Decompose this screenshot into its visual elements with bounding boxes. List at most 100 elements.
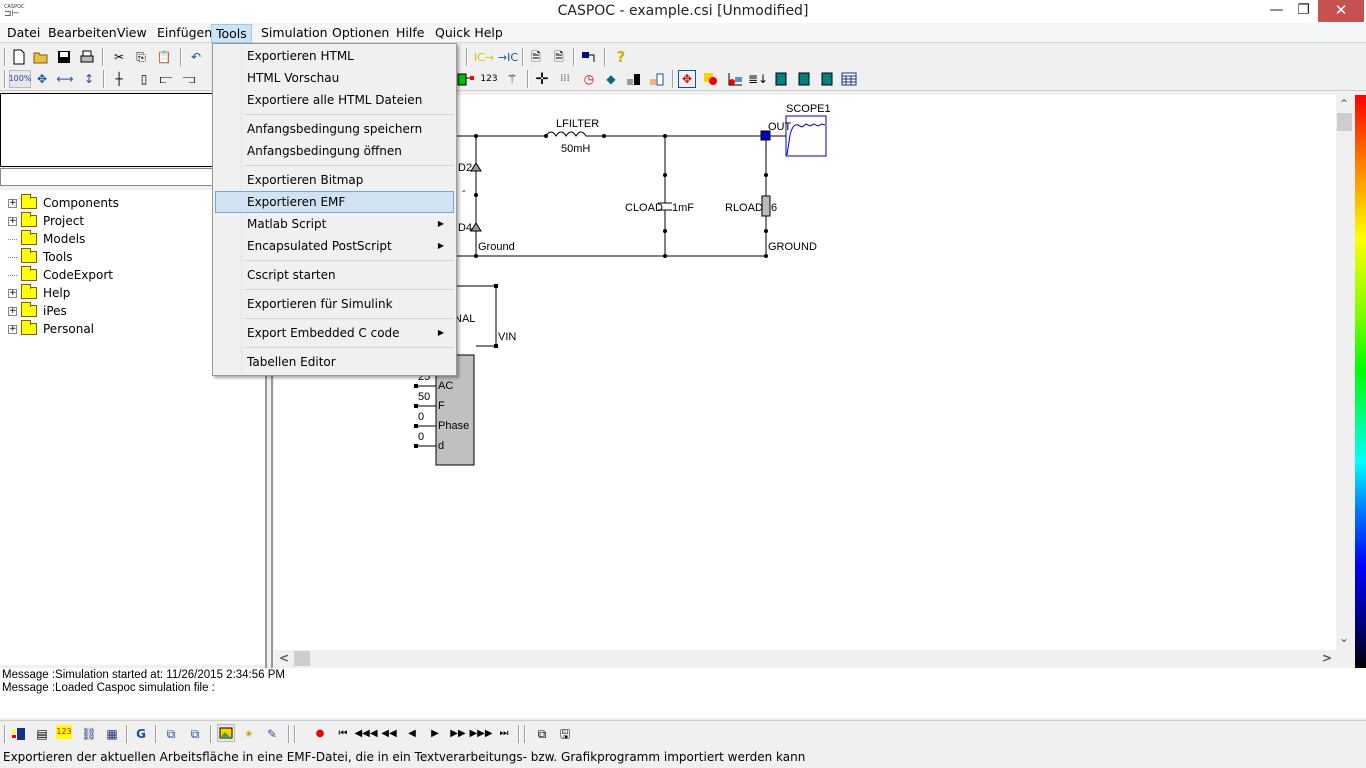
tree-item-personal[interactable]: + Personal (8, 320, 94, 338)
green-block-icon[interactable] (457, 70, 475, 88)
print-icon[interactable] (78, 48, 96, 66)
tree-item-tools[interactable]: Tools (8, 248, 73, 266)
menu-item-anfangsbedingung-speichern[interactable]: Anfangsbedingung speichern (215, 118, 454, 140)
resistor-rload[interactable] (761, 195, 771, 217)
resistor-icon[interactable]: ▯ (135, 70, 153, 88)
tree-item-project[interactable]: + Project (8, 212, 84, 230)
menu-bearbeiten[interactable]: Bearbeiten (44, 24, 121, 43)
expand-icon[interactable]: + (8, 216, 17, 226)
rewind-icon[interactable]: ◀◀ (380, 725, 398, 743)
tree-item-models[interactable]: Models (8, 230, 85, 248)
number-123-icon[interactable]: 123 (480, 70, 498, 88)
fit-all-icon[interactable]: ✥ (33, 70, 51, 88)
node-icon[interactable]: ┼ (110, 70, 128, 88)
save-all-icon[interactable]: 🖫 (556, 725, 574, 743)
scroll-right-icon[interactable]: > (1322, 651, 1332, 665)
inductor-lfilter[interactable] (545, 131, 604, 137)
menu-simulation[interactable]: Simulation (257, 24, 332, 43)
fit-width-icon[interactable]: ⟷ (56, 70, 74, 88)
level-2-icon[interactable] (648, 70, 666, 88)
tree-item-help[interactable]: + Help (8, 284, 70, 302)
menu-item-encapsulated-postscript[interactable]: Encapsulated PostScript ▶ (215, 235, 454, 257)
horizontal-scrollbar[interactable]: < > (274, 650, 1336, 667)
move-icon[interactable]: ✥ (678, 70, 696, 88)
help-icon[interactable]: ? (612, 48, 630, 66)
scroll-left-icon[interactable]: < (279, 651, 289, 665)
tree-item-ipes[interactable]: + iPes (8, 302, 67, 320)
menu-item-exportieren-simulink[interactable]: Exportieren für Simulink (215, 293, 454, 315)
menu-item-matlab-script[interactable]: Matlab Script ▶ (215, 213, 454, 235)
diode-d4[interactable] (470, 222, 482, 232)
record-icon[interactable]: ● (311, 725, 329, 743)
cut-icon[interactable]: ✂ (110, 48, 128, 66)
paint-bucket-icon[interactable]: ◆ (602, 70, 620, 88)
text-doc-icon[interactable]: ▤ (33, 725, 51, 743)
new-file-icon[interactable] (10, 48, 28, 66)
close-button[interactable]: ✕ (1318, 0, 1364, 22)
menu-hilfe[interactable]: Hilfe (392, 24, 428, 43)
tree-item-components[interactable]: + Components (8, 194, 119, 212)
save-icon[interactable] (55, 48, 73, 66)
minimize-button[interactable]: — (1263, 0, 1290, 22)
graph-icon[interactable] (726, 70, 744, 88)
menu-item-exportieren-emf[interactable]: Exportieren EMF (215, 191, 454, 213)
expand-icon[interactable]: + (8, 306, 17, 316)
diode-d2[interactable] (470, 162, 482, 172)
menu-datei[interactable]: Datei (3, 24, 44, 43)
vertical-scroll-thumb[interactable] (1337, 113, 1352, 131)
magic-wand-icon[interactable]: ⚚ (503, 70, 521, 88)
window-1-icon[interactable]: ⧉ (162, 725, 180, 743)
c-chip-icon[interactable] (795, 70, 813, 88)
expand-icon[interactable]: + (8, 324, 17, 334)
tree-view-icon[interactable] (580, 48, 598, 66)
copy-icon[interactable]: ⎘ (132, 48, 150, 66)
step-forward-icon[interactable]: ▶▶ (449, 725, 467, 743)
sort-icon[interactable]: ≣↓ (748, 70, 768, 88)
menu-item-anfangsbedingung-oeffnen[interactable]: Anfangsbedingung öffnen (215, 140, 454, 162)
grid-dots-icon[interactable]: ⁞⁞⁞ (556, 70, 574, 88)
menu-quick-help[interactable]: Quick Help (431, 24, 507, 43)
window-2-icon[interactable]: ⧉ (186, 725, 204, 743)
zoom-100-icon[interactable]: 100% (9, 70, 31, 88)
tree-item-codeexport[interactable]: CodeExport (8, 266, 113, 284)
menu-item-exportieren-bitmap[interactable]: Exportieren Bitmap (215, 169, 454, 191)
play-icon[interactable]: ▶ (426, 725, 444, 743)
menu-item-exportiere-alle-html[interactable]: Exportiere alle HTML Dateien (215, 89, 454, 111)
block-2-icon[interactable]: ⫎ (180, 70, 198, 88)
open-folder-icon[interactable] (32, 48, 50, 66)
vertical-scrollbar[interactable]: ⌃ ⌄ (1336, 95, 1353, 650)
fast-forward-icon[interactable]: ▶▶▶ (469, 725, 492, 743)
cascade-windows-icon[interactable]: ⧉ (533, 725, 551, 743)
ic-export-icon[interactable]: IC→ (472, 48, 496, 66)
horizontal-scroll-thumb[interactable] (294, 651, 310, 666)
menu-item-tabellen-editor[interactable]: Tabellen Editor (215, 351, 454, 373)
step-back-icon[interactable]: ◀ (403, 725, 421, 743)
undo-icon[interactable]: ↶ (187, 48, 205, 66)
paste-icon[interactable]: 📋 (155, 48, 173, 66)
expand-icon[interactable]: + (8, 198, 17, 208)
uc-chip-icon[interactable] (772, 70, 790, 88)
chip-icon[interactable]: ▦ (103, 725, 121, 743)
menu-item-exportieren-html[interactable]: Exportieren HTML (215, 45, 454, 67)
scope1-box[interactable] (785, 115, 827, 157)
numeric-display-icon[interactable]: 123 (56, 725, 72, 739)
scroll-up-icon[interactable]: ⌃ (1339, 97, 1349, 111)
wizard-1-icon[interactable]: 🗎 (527, 48, 545, 66)
go-start-icon[interactable]: ⏮ (334, 725, 352, 743)
component-lib-icon[interactable] (10, 725, 28, 743)
block-1-icon[interactable]: ⫍ (157, 70, 175, 88)
h-chip-icon[interactable] (818, 70, 836, 88)
shape-color-icon[interactable] (702, 70, 720, 88)
wizard-2-icon[interactable]: 🗎 (550, 48, 568, 66)
menu-optionen[interactable]: Optionen (328, 24, 393, 43)
fast-rewind-icon[interactable]: ◀◀◀ (354, 725, 377, 743)
fit-height-icon[interactable]: ↕ (80, 70, 98, 88)
probe-icon[interactable]: ✎ (263, 725, 281, 743)
table-icon[interactable] (840, 70, 858, 88)
input-d-value[interactable]: 0 (418, 431, 424, 443)
scroll-down-icon[interactable]: ⌄ (1339, 631, 1349, 645)
ic-import-icon[interactable]: →IC (496, 48, 520, 66)
wizard-export-icon[interactable]: ✴ (240, 725, 258, 743)
menu-view[interactable]: View (113, 24, 151, 43)
input-phase-value[interactable]: 0 (418, 411, 424, 423)
